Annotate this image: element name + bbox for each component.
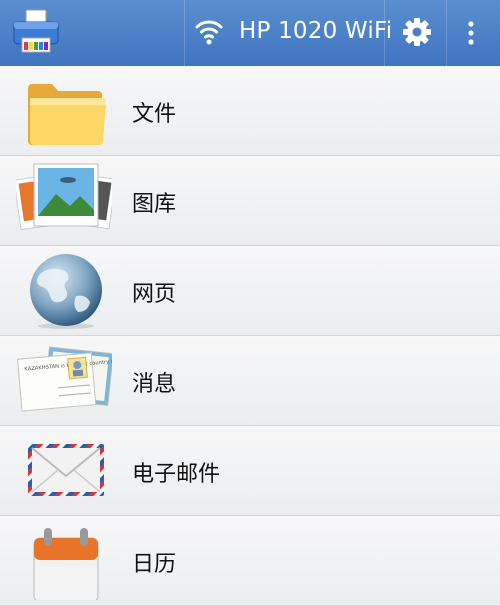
menu-item-email[interactable]: 电子邮件 (0, 426, 500, 516)
header-divider (384, 0, 385, 66)
header-divider (446, 0, 447, 66)
postcard-icon: KAZAKHSTAN is the best country in the wo… (16, 346, 112, 412)
menu-item-label: 图库 (132, 192, 177, 217)
menu-item-web[interactable]: 网页 (0, 246, 500, 336)
menu-item-label: 电子邮件 (132, 462, 221, 487)
menu-item-messages[interactable]: KAZAKHSTAN is the best country in the wo… (0, 336, 500, 426)
menu-item-label: 日历 (132, 552, 177, 577)
menu-item-documents[interactable]: 文件 (0, 66, 500, 156)
menu-item-label: 消息 (132, 372, 177, 397)
app-printer-icon[interactable] (10, 8, 62, 56)
menu-item-label: 文件 (132, 102, 177, 127)
photo-gallery-icon (16, 163, 112, 231)
settings-gear-icon[interactable] (400, 15, 434, 49)
app-header: HP 1020 WiFi (0, 0, 500, 66)
printer-name[interactable]: HP 1020 WiFi (239, 18, 392, 44)
wifi-icon (195, 20, 223, 45)
overflow-menu-icon[interactable] (461, 16, 481, 50)
menu-item-gallery[interactable]: 图库 (0, 156, 500, 246)
header-divider (184, 0, 185, 66)
menu-item-label: 网页 (132, 282, 177, 307)
envelope-icon (28, 444, 104, 496)
folder-icon (28, 84, 106, 145)
menu-list: 文件 图库 网页 KAZAKHSTAN is country 消息 电子邮件 日… (0, 66, 500, 606)
globe-icon (30, 254, 102, 329)
menu-item-calendar[interactable]: 日历 (0, 516, 500, 606)
calendar-icon (33, 528, 99, 600)
